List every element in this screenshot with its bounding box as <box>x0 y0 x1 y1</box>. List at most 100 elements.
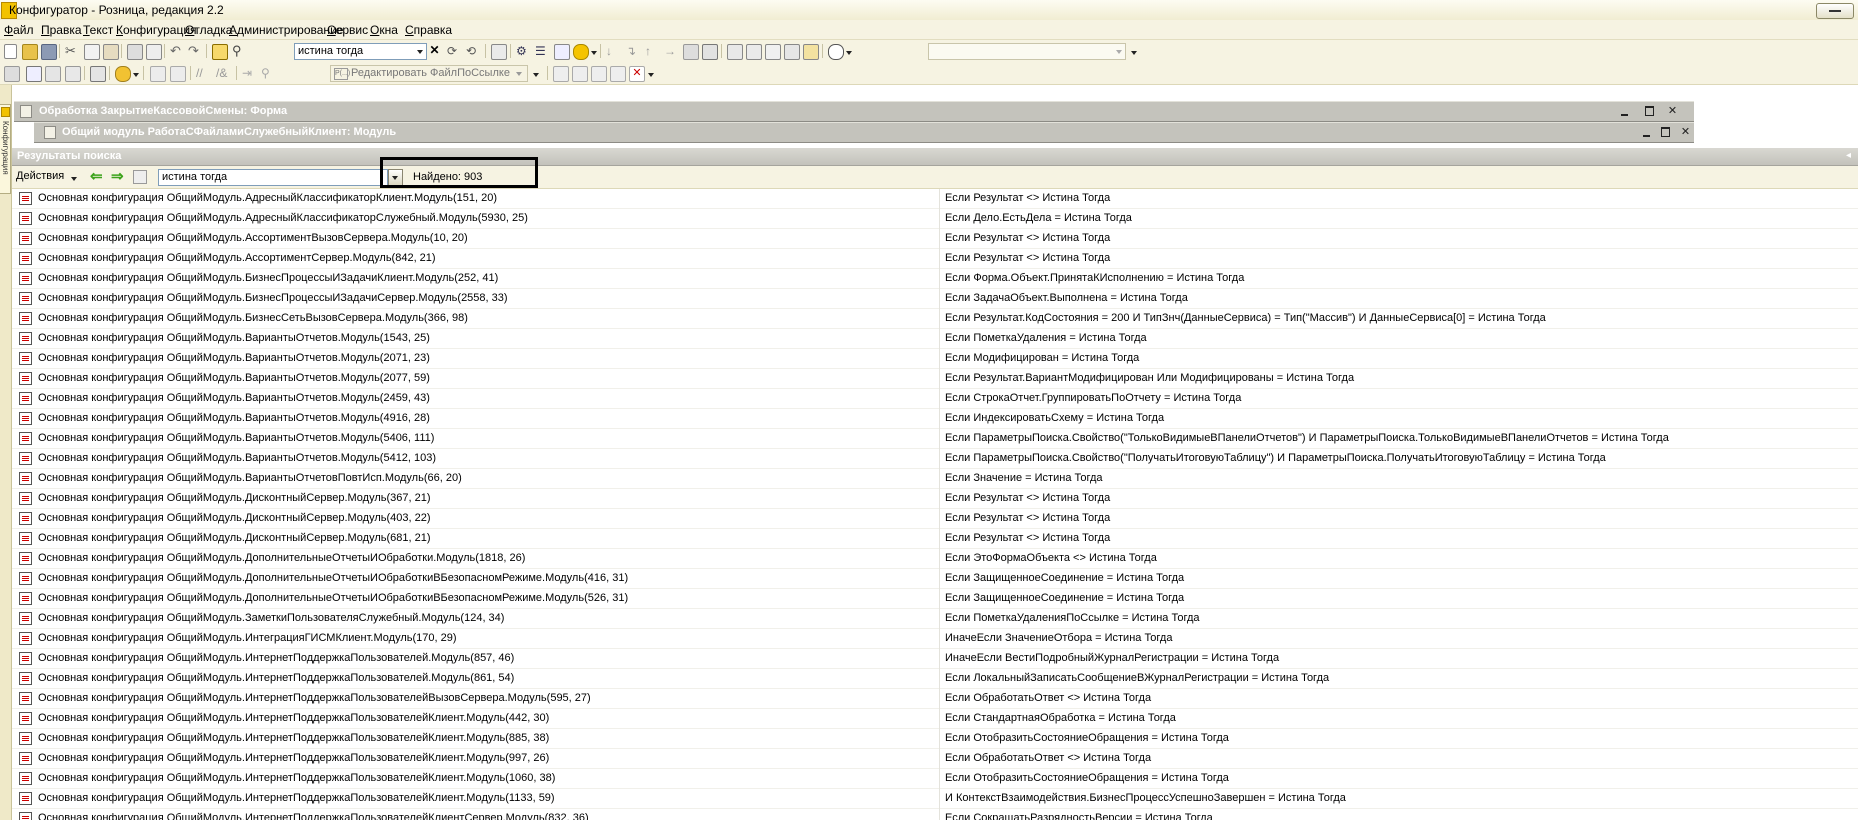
bookmark-icon[interactable] <box>150 66 166 82</box>
result-row[interactable]: Основная конфигурация ОбщийМодуль.Интерн… <box>12 649 1858 669</box>
print-icon[interactable] <box>127 44 143 60</box>
result-row[interactable]: Основная конфигурация ОбщийМодуль.Вариан… <box>12 409 1858 429</box>
result-row[interactable]: Основная конфигурация ОбщийМодуль.Интерн… <box>12 749 1858 769</box>
query-builder-icon[interactable] <box>572 66 588 82</box>
undo-icon[interactable]: ↶ <box>170 44 184 58</box>
menu-windows[interactable]: Окна <box>370 23 398 37</box>
run-to-cursor-icon[interactable]: → <box>664 44 678 58</box>
result-row[interactable]: Основная конфигурация ОбщийМодуль.Дискон… <box>12 509 1858 529</box>
new-window-icon[interactable] <box>765 44 781 60</box>
result-row[interactable]: Основная конфигурация ОбщийМодуль.Вариан… <box>12 449 1858 469</box>
menu-debug[interactable]: Отладка <box>185 23 232 37</box>
step-over-icon[interactable]: ↴ <box>626 44 640 58</box>
cut-icon[interactable]: ✂ <box>65 44 79 58</box>
result-row[interactable]: Основная конфигурация ОбщийМодуль.Заметк… <box>12 609 1858 629</box>
result-row[interactable]: Основная конфигурация ОбщийМодуль.Вариан… <box>12 429 1858 449</box>
copy-results-icon[interactable] <box>133 170 147 184</box>
info-dropdown-arrow[interactable] <box>591 51 597 55</box>
result-row[interactable]: Основная конфигурация ОбщийМодуль.Вариан… <box>12 329 1858 349</box>
database-config-icon[interactable] <box>26 66 42 82</box>
result-row[interactable]: Основная конфигурация ОбщийМодуль.Интерн… <box>12 669 1858 689</box>
template-icon[interactable] <box>610 66 626 82</box>
panel-pin-icon[interactable]: ◂ <box>1846 150 1856 161</box>
result-row[interactable]: Основная конфигурация ОбщийМодуль.Вариан… <box>12 369 1858 389</box>
close-window-button[interactable]: ✕ <box>1679 126 1692 138</box>
syntax-check-icon[interactable]: ⚙ <box>516 44 530 58</box>
minimize-window-button[interactable] <box>1618 105 1631 117</box>
result-row[interactable]: Основная конфигурация ОбщийМодуль.Дополн… <box>12 549 1858 569</box>
goto-definition-icon[interactable]: ⚲ <box>261 66 275 80</box>
save-icon[interactable] <box>41 44 57 60</box>
open-folder-icon[interactable] <box>22 44 38 60</box>
result-row[interactable]: Основная конфигурация ОбщийМодуль.Интерн… <box>12 709 1858 729</box>
clock-dropdown-arrow[interactable] <box>846 51 852 55</box>
globe-icon[interactable] <box>115 66 131 82</box>
template-dropdown-arrow[interactable] <box>648 73 654 77</box>
tile-windows-icon[interactable] <box>727 44 743 60</box>
indent-icon[interactable]: ⇥ <box>242 66 256 80</box>
close-window-button[interactable]: ✕ <box>1666 105 1679 117</box>
comment-icon[interactable]: // <box>196 66 210 80</box>
results-search-input[interactable]: истина тогда <box>158 169 388 186</box>
result-row[interactable]: Основная конфигурация ОбщийМодуль.Дискон… <box>12 529 1858 549</box>
result-row[interactable]: Основная конфигурация ОбщийМодуль.Интерн… <box>12 769 1858 789</box>
result-row[interactable]: Основная конфигурация ОбщийМодуль.Вариан… <box>12 349 1858 369</box>
result-row[interactable]: Основная конфигурация ОбщийМодуль.Вариан… <box>12 389 1858 409</box>
result-row[interactable]: Основная конфигурация ОбщийМодуль.Бизнес… <box>12 269 1858 289</box>
result-row[interactable]: Основная конфигурация ОбщийМодуль.Интерн… <box>12 729 1858 749</box>
result-row[interactable]: Основная конфигурация ОбщийМодуль.Адресн… <box>12 189 1858 209</box>
menu-service[interactable]: Сервис <box>327 23 368 37</box>
continue-icon[interactable] <box>702 44 718 60</box>
configuration-tree-tab[interactable]: Конфигурация <box>0 104 11 194</box>
copy-icon[interactable] <box>84 44 100 60</box>
result-row[interactable]: Основная конфигурация ОбщийМодуль.Дополн… <box>12 589 1858 609</box>
compare-icon[interactable] <box>45 66 61 82</box>
result-row[interactable]: Основная конфигурация ОбщийМодуль.Вариан… <box>12 469 1858 489</box>
actions-dropdown-arrow[interactable] <box>71 177 77 181</box>
clock-icon[interactable] <box>828 44 844 60</box>
search-icon[interactable]: ⚲ <box>232 44 246 58</box>
menu-file[interactable]: Файл <box>4 23 34 37</box>
update-config-icon[interactable] <box>65 66 81 82</box>
result-row[interactable]: Основная конфигурация ОбщийМодуль.Бизнес… <box>12 309 1858 329</box>
procedure-list-arrow[interactable] <box>533 73 539 77</box>
previous-result-icon[interactable]: ⇐ <box>90 169 104 184</box>
config-tree-icon[interactable] <box>4 66 20 82</box>
result-row[interactable]: Основная конфигурация ОбщийМодуль.Интерн… <box>12 689 1858 709</box>
delete-template-icon[interactable]: ✕ <box>629 66 645 82</box>
child-window-form[interactable]: Обработка ЗакрытиеКассовойСмены: Форма ✕ <box>14 101 1694 122</box>
module-icon[interactable] <box>554 44 570 60</box>
maximize-window-button[interactable] <box>1643 105 1656 117</box>
result-row[interactable]: Основная конфигурация ОбщийМодуль.Интерн… <box>12 809 1858 820</box>
menu-help[interactable]: Справка <box>405 23 452 37</box>
edit-file-by-link-dropdown[interactable] <box>514 65 526 82</box>
result-row[interactable]: Основная конфигурация ОбщийМодуль.Ассорт… <box>12 229 1858 249</box>
step-into-icon[interactable]: ↓ <box>606 44 620 58</box>
find-previous-icon[interactable]: ⟲ <box>466 44 480 58</box>
properties-icon[interactable] <box>803 44 819 60</box>
result-row[interactable]: Основная конфигурация ОбщийМодуль.Интерн… <box>12 789 1858 809</box>
globe-dropdown-arrow[interactable] <box>133 73 139 77</box>
menu-text[interactable]: Текст <box>83 23 113 37</box>
search-input[interactable]: истина тогда <box>294 43 427 60</box>
actions-menu-button[interactable]: Действия <box>16 170 64 182</box>
result-row[interactable]: Основная конфигурация ОбщийМодуль.Дискон… <box>12 489 1858 509</box>
new-file-icon[interactable] <box>4 44 17 59</box>
structure-icon[interactable]: ☰ <box>535 44 549 58</box>
search-history-dropdown[interactable] <box>415 43 426 60</box>
menu-edit[interactable]: Правка <box>41 23 82 37</box>
next-result-icon[interactable]: ⇒ <box>111 169 125 184</box>
result-row[interactable]: Основная конфигурация ОбщийМодуль.Дополн… <box>12 569 1858 589</box>
result-row[interactable]: Основная конфигурация ОбщийМодуль.Интегр… <box>12 629 1858 649</box>
edit-file-by-link-field[interactable]: P(...) Редактировать ФайлПоСсылке <box>330 65 528 82</box>
bookmark-next-icon[interactable] <box>170 66 186 82</box>
minimize-button[interactable] <box>1816 3 1854 19</box>
paste-icon[interactable] <box>103 44 119 60</box>
result-row[interactable]: Основная конфигурация ОбщийМодуль.Ассорт… <box>12 249 1858 269</box>
find-next-icon[interactable]: ⟳ <box>447 44 461 58</box>
result-row[interactable]: Основная конфигурация ОбщийМодуль.Бизнес… <box>12 289 1858 309</box>
run-debug-icon[interactable] <box>90 66 106 82</box>
uncomment-icon[interactable]: /& <box>216 66 230 80</box>
clear-search-icon[interactable]: ✕ <box>428 43 441 58</box>
text-block-icon[interactable] <box>591 66 607 82</box>
